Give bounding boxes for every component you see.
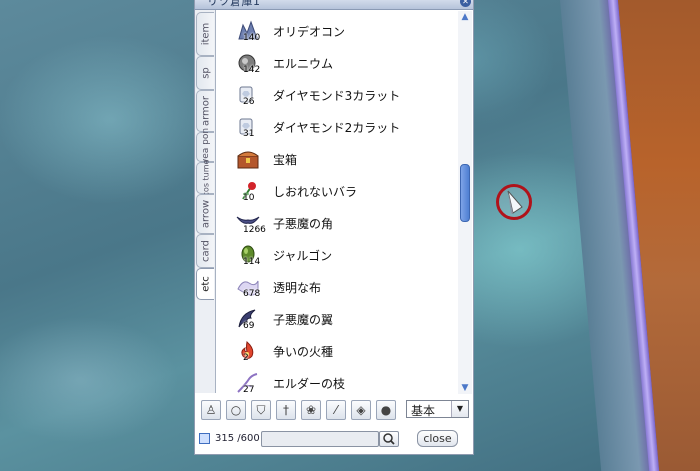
item-quantity: 140 — [243, 33, 261, 43]
list-item[interactable]: 31 ダイヤモンド2カラット — [217, 111, 457, 143]
category-tabs: item sp armor wea pon cos tume arrow car… — [195, 10, 216, 393]
capacity-count: 315 /600 — [215, 433, 260, 444]
item-quantity: 69 — [243, 321, 255, 331]
tab-card[interactable]: card — [196, 234, 214, 268]
list-item[interactable]: 10 しおれないバラ — [217, 175, 457, 207]
window-title: リツ倉庫1 — [207, 0, 261, 8]
shield-icon[interactable]: ⛉ — [251, 400, 271, 420]
item-quantity: 27 — [243, 385, 255, 395]
filter-select-value: 基本 — [411, 404, 436, 418]
search-icon — [383, 433, 395, 445]
item-quantity: 1266 — [243, 225, 266, 235]
tab-arrow[interactable]: arrow — [196, 194, 214, 234]
item-name: オリデオコン — [273, 25, 346, 39]
scroll-down-icon[interactable]: ▼ — [459, 383, 471, 393]
list-item[interactable]: 2 争いの火種 — [217, 335, 457, 367]
item-quantity: 2 — [243, 353, 249, 363]
window-close-icon[interactable]: ✕ — [460, 0, 471, 7]
chevron-down-icon[interactable]: ▼ — [451, 401, 468, 417]
item-name: 宝箱 — [273, 153, 298, 167]
close-button[interactable]: close — [417, 430, 458, 447]
list-item[interactable]: 140 オリデオコン — [217, 15, 457, 47]
list-item[interactable]: 114 ジャルゴン — [217, 239, 457, 271]
list-item[interactable]: 宝箱 — [217, 143, 457, 175]
item-name: ジャルゴン — [273, 249, 333, 263]
item-quantity: 114 — [243, 257, 261, 267]
list-item[interactable]: 678 透明な布 — [217, 271, 457, 303]
item-name: 透明な布 — [273, 281, 322, 295]
paw-icon[interactable]: ❀ — [301, 400, 321, 420]
item-name: エルダーの枝 — [273, 377, 346, 391]
search-input[interactable] — [261, 431, 379, 447]
scroll-up-icon[interactable]: ▲ — [459, 12, 471, 22]
storage-window: リツ倉庫1 ✕ item sp armor wea pon cos tume a… — [194, 0, 474, 455]
game-cursor-icon — [496, 184, 532, 220]
filter-icon-bar: ♙ ○ ⛉ † ❀ ⁄ ◈ ● 基本 ▼ — [197, 398, 471, 424]
book-icon — [199, 433, 210, 444]
item-name: ダイヤモンド2カラット — [273, 121, 401, 135]
tab-item[interactable]: item — [196, 12, 214, 56]
item-quantity: 26 — [243, 97, 255, 107]
wrench-icon[interactable]: ⁄ — [326, 400, 346, 420]
item-quantity: 678 — [243, 289, 261, 299]
item-name: 子悪魔の翼 — [273, 313, 334, 327]
list-item[interactable]: 69 子悪魔の翼 — [217, 303, 457, 335]
tab-costume[interactable]: cos tume — [196, 160, 214, 196]
scroll-thumb[interactable] — [460, 164, 470, 222]
item-name: しおれないバラ — [273, 185, 358, 199]
window-titlebar[interactable]: リツ倉庫1 ✕ — [195, 0, 473, 10]
treasure-chest-icon — [237, 151, 259, 169]
doll-icon[interactable]: ♙ — [201, 400, 221, 420]
list-item[interactable]: 26 ダイヤモンド3カラット — [217, 79, 457, 111]
orb-icon[interactable]: ● — [376, 400, 396, 420]
search-button[interactable] — [379, 431, 399, 447]
item-quantity: 10 — [243, 193, 255, 203]
item-name: エルニウム — [273, 57, 334, 71]
ring-icon[interactable]: ○ — [226, 400, 246, 420]
filter-select[interactable]: 基本 ▼ — [406, 400, 469, 418]
item-quantity: 31 — [243, 129, 255, 139]
item-list: 140 オリデオコン 142 エルニウム 26 ダイヤモンド3カラット 31 ダ… — [217, 11, 457, 395]
sword-icon[interactable]: † — [276, 400, 296, 420]
diamond-tile-icon[interactable]: ◈ — [351, 400, 371, 420]
item-name: 争いの火種 — [273, 345, 334, 359]
tab-etc[interactable]: etc — [196, 268, 214, 300]
list-item[interactable]: 142 エルニウム — [217, 47, 457, 79]
status-bar: 315 /600 close — [197, 429, 471, 451]
item-list-scrollbar[interactable]: ▲ ▼ — [458, 11, 472, 394]
list-item[interactable]: 1266 子悪魔の角 — [217, 207, 457, 239]
item-name: 子悪魔の角 — [273, 217, 334, 231]
list-item[interactable]: 27 エルダーの枝 — [217, 367, 457, 399]
item-name: ダイヤモンド3カラット — [273, 89, 401, 103]
tab-weapon[interactable]: wea pon — [196, 128, 214, 166]
tab-sp[interactable]: sp — [196, 56, 214, 90]
tab-armor[interactable]: armor — [196, 90, 214, 132]
item-quantity: 142 — [243, 65, 261, 75]
